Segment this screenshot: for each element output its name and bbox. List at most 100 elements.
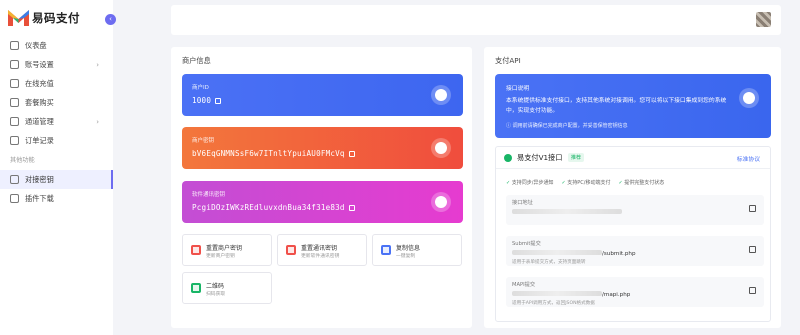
feature-list: 支持同步/异步通知 支持PC/移动端支付 提供完整支付状态 bbox=[506, 179, 664, 186]
keypad-icon bbox=[431, 192, 451, 212]
user-icon bbox=[10, 60, 19, 69]
submit-url-field: Submit提交 /submit.php 适用于表单提交方式，支持页面跳转 bbox=[506, 236, 764, 266]
field-value: /mapi.php bbox=[512, 291, 630, 298]
wallet-icon bbox=[10, 79, 19, 88]
action-title: 重置通讯密钥 bbox=[301, 245, 338, 252]
collapse-sidebar-button[interactable]: ‹ bbox=[105, 14, 116, 25]
interface-card: 易支付V1接口 推荐 标准协议 支持同步/异步通知 支持PC/移动端支付 提供完… bbox=[495, 146, 771, 322]
field-note: 适用于表单提交方式，支持页面跳转 bbox=[512, 260, 586, 265]
action-title: 复制信息 bbox=[396, 245, 421, 252]
sidebar-item-recharge[interactable]: 在线充值 bbox=[0, 74, 113, 93]
chevron-right-icon: › bbox=[96, 117, 99, 126]
api-intro-card: 接口说明 本系统提供标准支付接口，支持其他系统对接调用。您可以将以下接口集成到您… bbox=[495, 74, 771, 138]
feature-item: 支持同步/异步通知 bbox=[506, 179, 554, 186]
document-icon bbox=[739, 88, 759, 108]
action-subtitle: 更新软件通讯密钥 bbox=[301, 254, 340, 259]
sidebar-item-label: 对接密钥 bbox=[25, 174, 54, 184]
brand-name: 易码支付 bbox=[32, 11, 80, 25]
reset-merchant-key-button[interactable]: 重置商户密钥 更新商户密钥 bbox=[182, 234, 272, 266]
user-circle-icon bbox=[431, 85, 451, 105]
copy-icon[interactable] bbox=[749, 205, 756, 212]
keypad-icon bbox=[431, 138, 451, 158]
field-value: /submit.php bbox=[512, 250, 636, 257]
refresh-icon bbox=[191, 245, 201, 255]
interface-name: 易支付V1接口 bbox=[517, 153, 563, 162]
card-label: 商户密钥 bbox=[192, 138, 215, 144]
panel-title: 支付API bbox=[495, 56, 521, 65]
sidebar-item-label: 通道管理 bbox=[25, 116, 54, 126]
card-label: 软件通讯密钥 bbox=[192, 192, 226, 198]
sidebar-item-label: 套餐购买 bbox=[25, 97, 54, 107]
merchant-id-card: 商户ID 1000 bbox=[182, 74, 463, 116]
info-icon: ⓘ bbox=[506, 123, 513, 129]
download-icon bbox=[10, 194, 19, 203]
key-icon bbox=[10, 175, 19, 184]
sidebar-item-label: 订单记录 bbox=[25, 135, 54, 145]
field-label: 接口地址 bbox=[512, 200, 533, 206]
redacted-url bbox=[512, 209, 622, 214]
sidebar-item-account[interactable]: 账号设置 › bbox=[0, 55, 113, 74]
redacted-url bbox=[512, 291, 602, 296]
copy-info-button[interactable]: 复制信息 一键复制 bbox=[372, 234, 462, 266]
api-url-field: 接口地址 bbox=[506, 195, 764, 225]
action-title: 二维码 bbox=[206, 283, 225, 290]
avatar[interactable] bbox=[756, 12, 771, 27]
intro-note-text: 调用前请确保已完成商户配置，并妥善保管密钥信息 bbox=[512, 123, 628, 129]
copy-icon[interactable] bbox=[348, 205, 355, 211]
chevron-right-icon: › bbox=[96, 60, 99, 69]
protocol-link[interactable]: 标准协议 bbox=[737, 154, 760, 163]
recommend-badge: 推荐 bbox=[568, 153, 585, 162]
sidebar-section-title: 其他功能 bbox=[10, 157, 35, 164]
copy-icon bbox=[381, 245, 391, 255]
card-label: 商户ID bbox=[192, 85, 209, 91]
field-label: Submit提交 bbox=[512, 241, 541, 247]
sidebar-item-label: 账号设置 bbox=[25, 59, 54, 69]
field-note: 适用于API调用方式，返回JSON格式数据 bbox=[512, 301, 595, 306]
intro-note: ⓘ 调用前请确保已完成商户配置，并妥善保管密钥信息 bbox=[506, 122, 628, 129]
sidebar-item-channel[interactable]: 通道管理 › bbox=[0, 112, 113, 131]
comm-key-card: 软件通讯密钥 PcgiDOzIWKzREdluvxdnBua34f31e83d bbox=[182, 181, 463, 223]
sidebar-item-label: 插件下载 bbox=[25, 193, 54, 203]
feature-item: 提供完整支付状态 bbox=[618, 179, 664, 186]
home-icon bbox=[10, 41, 19, 50]
sidebar-item-plugins[interactable]: 插件下载 bbox=[0, 189, 113, 208]
qrcode-button[interactable]: 二维码 扫码获取 bbox=[182, 272, 272, 304]
copy-icon[interactable] bbox=[348, 151, 355, 157]
merchant-info-panel: 商户信息 商户ID 1000 商户密钥 bV6EqGNMNSsF6w7ITnlt… bbox=[171, 47, 472, 328]
order-icon bbox=[10, 136, 19, 145]
field-label: MAPI提交 bbox=[512, 282, 536, 288]
sidebar-item-dashboard[interactable]: 仪表盘 bbox=[0, 36, 113, 55]
brand[interactable]: 易码支付 bbox=[8, 10, 80, 26]
comm-key-value: PcgiDOzIWKzREdluvxdnBua34f31e83d bbox=[192, 203, 345, 212]
copy-icon[interactable] bbox=[749, 287, 756, 294]
copy-icon[interactable] bbox=[215, 98, 222, 104]
sidebar-item-label: 仪表盘 bbox=[25, 40, 47, 50]
chevron-left-icon: ‹ bbox=[109, 15, 112, 23]
merchant-key-card: 商户密钥 bV6EqGNMNSsF6w7ITnltYpuiAU0FMcVq bbox=[182, 127, 463, 169]
interface-header: 易支付V1接口 推荐 标准协议 bbox=[496, 147, 770, 169]
copy-icon[interactable] bbox=[749, 246, 756, 253]
merchant-key-value: bV6EqGNMNSsF6w7ITnltYpuiAU0FMcVq bbox=[192, 149, 345, 158]
logo-icon bbox=[8, 10, 29, 26]
card-value: PcgiDOzIWKzREdluvxdnBua34f31e83d bbox=[192, 203, 355, 212]
sidebar-item-package[interactable]: 套餐购买 bbox=[0, 93, 113, 112]
sidebar-item-keys[interactable]: 对接密钥 bbox=[0, 170, 113, 189]
feature-item: 支持PC/移动端支付 bbox=[561, 179, 610, 186]
intro-description: 本系统提供标准支付接口，支持其他系统对接调用。您可以将以下接口集成到您的系统中，… bbox=[506, 98, 727, 114]
intro-title: 接口说明 bbox=[506, 86, 530, 92]
sidebar: 易码支付 仪表盘 账号设置 › 在线充值 套餐购买 通道管理 › 订单记录 其他功能… bbox=[0, 0, 113, 335]
card-value: 1000 bbox=[192, 96, 222, 105]
sidebar-item-orders[interactable]: 订单记录 bbox=[0, 131, 113, 150]
submit-path: /submit.php bbox=[602, 251, 636, 257]
panel-title: 商户信息 bbox=[182, 56, 211, 65]
check-circle-icon bbox=[504, 154, 512, 162]
action-subtitle: 一键复制 bbox=[396, 254, 416, 259]
sidebar-menu: 仪表盘 账号设置 › 在线充值 套餐购买 通道管理 › 订单记录 其他功能 对接密钥… bbox=[0, 36, 113, 208]
topbar bbox=[171, 5, 781, 35]
sidebar-item-label: 在线充值 bbox=[25, 78, 54, 88]
package-icon bbox=[10, 98, 19, 107]
reset-comm-key-button[interactable]: 重置通讯密钥 更新软件通讯密钥 bbox=[277, 234, 367, 266]
channel-icon bbox=[10, 117, 19, 126]
refresh-icon bbox=[286, 245, 296, 255]
card-value: bV6EqGNMNSsF6w7ITnltYpuiAU0FMcVq bbox=[192, 149, 355, 158]
